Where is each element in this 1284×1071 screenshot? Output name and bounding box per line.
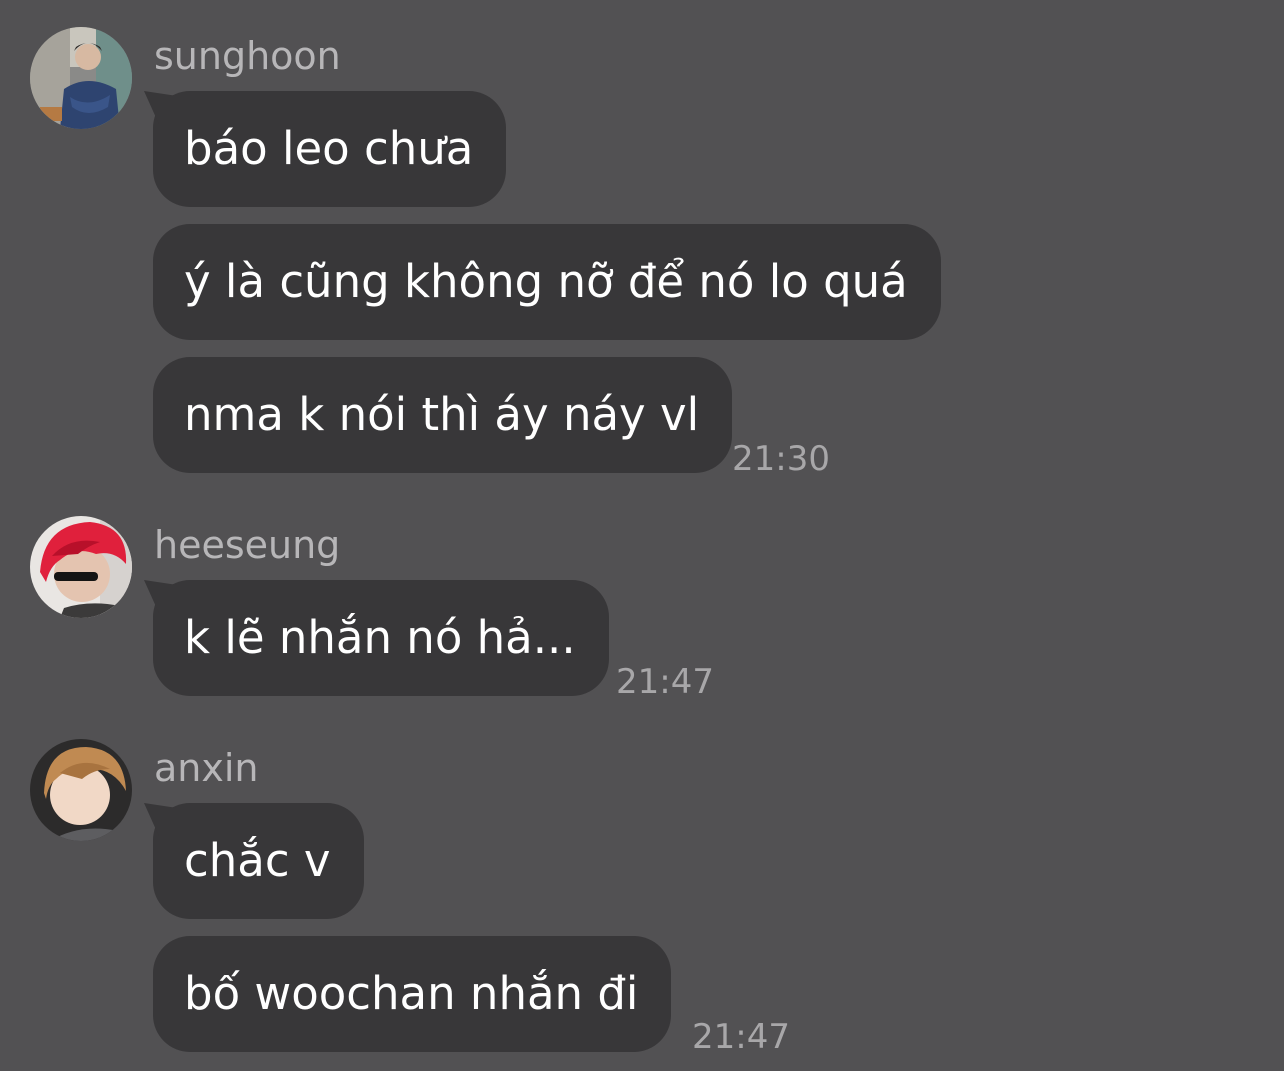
message-bubble[interactable]: ý là cũng không nỡ để nó lo quá: [153, 224, 941, 340]
message-timestamp: 21:30: [732, 439, 830, 479]
avatar-photo-icon: [30, 516, 132, 618]
message-bubble[interactable]: nma k nói thì áy náy vl: [153, 357, 733, 473]
avatar-photo-icon: [30, 27, 132, 129]
sunghoon-avatar[interactable]: [30, 27, 132, 129]
message-timestamp: 21:47: [692, 1017, 790, 1057]
anxin-avatar[interactable]: [30, 739, 132, 841]
message-bubble[interactable]: chắc v: [153, 803, 364, 919]
message-timestamp: 21:47: [616, 662, 714, 702]
sender-name: anxin: [154, 746, 259, 790]
chat-thread: sunghoon báo leo chưa ý là cũng không nỡ…: [0, 0, 1284, 1071]
message-bubble[interactable]: báo leo chưa: [153, 91, 507, 207]
message-bubble[interactable]: k lẽ nhắn nó hả...: [153, 580, 609, 696]
heeseung-avatar[interactable]: [30, 516, 132, 618]
message-bubble[interactable]: bố woochan nhắn đi: [153, 936, 672, 1052]
sender-name: sunghoon: [154, 34, 341, 78]
sender-name: heeseung: [154, 523, 341, 567]
avatar-photo-icon: [30, 739, 132, 841]
